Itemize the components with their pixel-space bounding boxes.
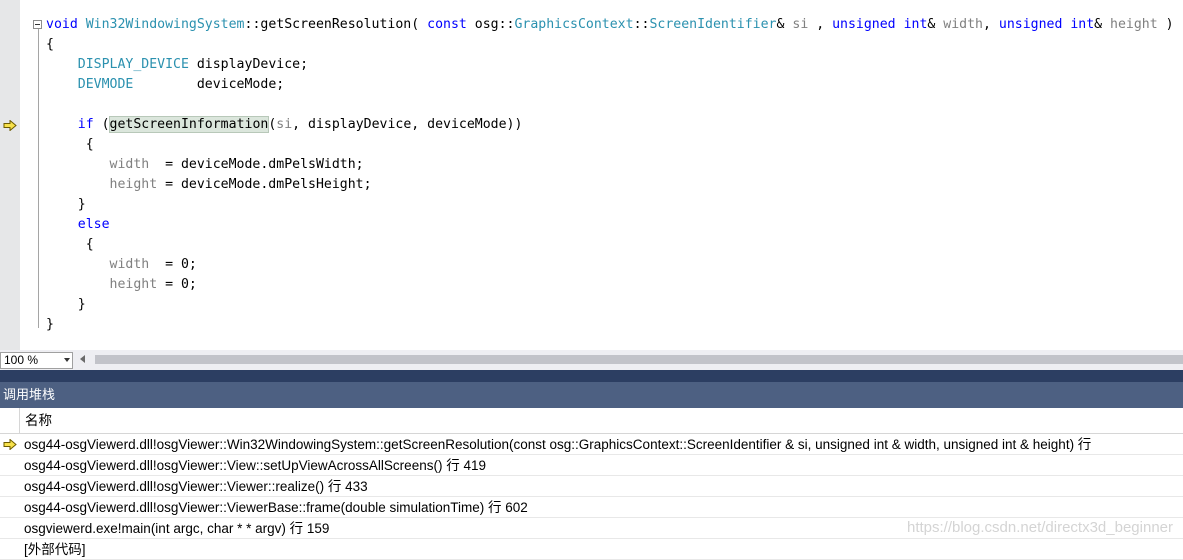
code-token: const — [427, 17, 475, 32]
code-line: if (getScreenInformation(si, displayDevi… — [46, 115, 522, 135]
code-line: { — [46, 235, 94, 255]
code-token: DISPLAY_DEVICE — [46, 57, 189, 72]
code-token: = 0; — [149, 257, 197, 272]
code-token: :: — [633, 17, 650, 32]
code-token: si — [792, 17, 809, 32]
callstack-frame-text: osg44-osgViewerd.dll!osgViewer::Viewer::… — [24, 479, 368, 494]
collapse-toggle-icon[interactable] — [33, 20, 42, 29]
code-token: , — [808, 17, 833, 32]
callstack-row[interactable]: osg44-osgViewerd.dll!osgViewer::ViewerBa… — [0, 497, 1183, 518]
code-token: , displayDevice, deviceMode)) — [292, 117, 523, 132]
code-line: } — [46, 295, 86, 315]
code-token: width — [46, 157, 150, 172]
callstack-row[interactable]: osg44-osgViewerd.dll!osgViewer::Viewer::… — [0, 476, 1183, 497]
horizontal-scrollbar[interactable] — [95, 355, 1183, 364]
code-line: { — [46, 35, 54, 55]
code-token: if — [46, 117, 94, 132]
callstack-frame-text: osg44-osgViewerd.dll!osgViewer::View::se… — [24, 458, 486, 473]
outline-line — [38, 28, 39, 328]
code-token: unsigned int — [998, 17, 1095, 32]
code-token: else — [46, 217, 110, 232]
code-token: & — [1094, 17, 1111, 32]
callstack-title: 调用堆栈 — [0, 382, 1183, 408]
callstack-frame-text: osg44-osgViewerd.dll!osgViewer::ViewerBa… — [24, 500, 528, 515]
code-token: { — [46, 37, 54, 52]
callstack-row[interactable]: osg44-osgViewerd.dll!osgViewer::View::se… — [0, 455, 1183, 476]
code-token: { — [46, 237, 94, 252]
code-text-area[interactable]: void Win32WindowingSystem::getScreenReso… — [20, 0, 1183, 350]
code-token: } — [46, 317, 54, 332]
code-token: displayDevice; — [188, 57, 309, 72]
code-token: & — [776, 17, 793, 32]
code-token: width — [943, 17, 983, 32]
code-line: void Win32WindowingSystem::getScreenReso… — [46, 15, 1174, 35]
code-line: height = deviceMode.dmPelsHeight; — [46, 175, 372, 195]
code-line: DEVMODE deviceMode; — [46, 75, 284, 95]
chevron-down-icon — [64, 358, 70, 362]
code-token: } — [46, 197, 86, 212]
code-token: height — [46, 277, 158, 292]
code-token: & — [927, 17, 944, 32]
callstack-frame-text: [外部代码] — [24, 542, 86, 557]
code-token: = deviceMode.dmPelsWidth; — [149, 157, 364, 172]
callstack-row[interactable]: [外部代码] — [0, 539, 1183, 560]
code-token: ScreenIdentifier — [649, 17, 777, 32]
code-token: { — [46, 137, 94, 152]
code-token: osg:: — [474, 17, 515, 32]
column-header-label: 名称 — [25, 413, 52, 428]
code-token: deviceMode; — [133, 77, 285, 92]
code-token: = 0; — [157, 277, 197, 292]
panel-splitter[interactable] — [0, 370, 1183, 382]
code-token: void — [46, 17, 86, 32]
code-token: ( — [93, 117, 110, 132]
current-statement-arrow-icon — [3, 120, 17, 131]
zoom-select[interactable]: 100 % — [0, 352, 73, 369]
code-token: GraphicsContext — [514, 17, 634, 32]
code-token: } — [46, 297, 86, 312]
code-line: } — [46, 195, 86, 215]
scroll-left-icon[interactable] — [80, 355, 85, 363]
code-token: height — [46, 177, 158, 192]
column-header-name[interactable]: 名称 — [0, 408, 1183, 434]
callstack-frame-text: osg44-osgViewerd.dll!osgViewer::Win32Win… — [24, 437, 1092, 452]
code-line: width = deviceMode.dmPelsWidth; — [46, 155, 364, 175]
code-line: width = 0; — [46, 255, 197, 275]
highlighted-call-token: getScreenInformation — [108, 116, 270, 133]
code-token: width — [46, 257, 150, 272]
code-line: { — [46, 135, 94, 155]
code-editor[interactable]: void Win32WindowingSystem::getScreenReso… — [0, 0, 1183, 350]
code-token: ) — [1157, 17, 1174, 32]
callstack-row[interactable]: osg44-osgViewerd.dll!osgViewer::Win32Win… — [0, 434, 1183, 455]
code-token: unsigned int — [832, 17, 928, 32]
code-line: } — [46, 315, 54, 335]
zoom-value: 100 % — [4, 353, 39, 367]
code-token: si — [276, 117, 293, 132]
code-token: height — [1110, 17, 1158, 32]
column-separator — [19, 408, 20, 434]
code-token: Win32WindowingSystem — [85, 17, 245, 32]
code-token: DEVMODE — [46, 77, 134, 92]
code-token: , — [982, 17, 999, 32]
callstack-frame-text: osgviewerd.exe!main(int argc, char * * a… — [24, 521, 330, 536]
code-line: height = 0; — [46, 275, 197, 295]
indicator-margin[interactable] — [0, 0, 20, 350]
current-frame-arrow-icon — [3, 439, 17, 450]
code-line: DISPLAY_DEVICE displayDevice; — [46, 55, 308, 75]
code-token: = deviceMode.dmPelsHeight; — [157, 177, 372, 192]
code-token: ::getScreenResolution( — [244, 17, 428, 32]
watermark-text: https://blog.csdn.net/directx3d_beginner — [906, 519, 1173, 536]
code-line: else — [46, 215, 110, 235]
